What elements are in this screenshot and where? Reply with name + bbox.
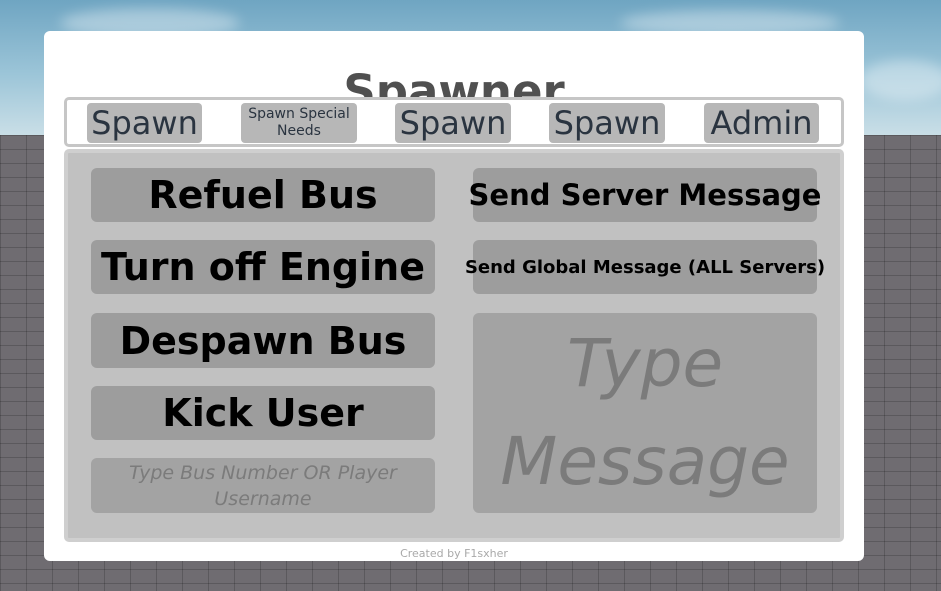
despawn-bus-button[interactable]: Despawn Bus xyxy=(91,313,435,368)
message-input[interactable]: Type Message xyxy=(473,313,817,513)
refuel-bus-button[interactable]: Refuel Bus xyxy=(91,168,435,222)
spawner-panel: Spawner Spawn Spawn Special Needs Spawn … xyxy=(44,31,864,561)
tab-admin[interactable]: Admin xyxy=(704,103,819,143)
tab-spawn-2[interactable]: Spawn xyxy=(395,103,511,143)
kick-user-button[interactable]: Kick User xyxy=(91,386,435,440)
tab-bar: Spawn Spawn Special Needs Spawn Spawn Ad… xyxy=(64,97,844,147)
tab-spawn-special-needs[interactable]: Spawn Special Needs xyxy=(241,103,357,143)
credit-text: Created by F1sxher xyxy=(400,547,508,560)
turn-off-engine-button[interactable]: Turn off Engine xyxy=(91,240,435,294)
bus-or-player-input[interactable]: Type Bus Number OR Player Username xyxy=(91,458,435,513)
tab-spawn-3[interactable]: Spawn xyxy=(549,103,665,143)
tab-spawn[interactable]: Spawn xyxy=(87,103,202,143)
admin-content: Refuel Bus Turn off Engine Despawn Bus K… xyxy=(64,149,844,542)
send-global-message-button[interactable]: Send Global Message (ALL Servers) xyxy=(465,240,825,294)
send-server-message-button[interactable]: Send Server Message xyxy=(469,168,821,222)
